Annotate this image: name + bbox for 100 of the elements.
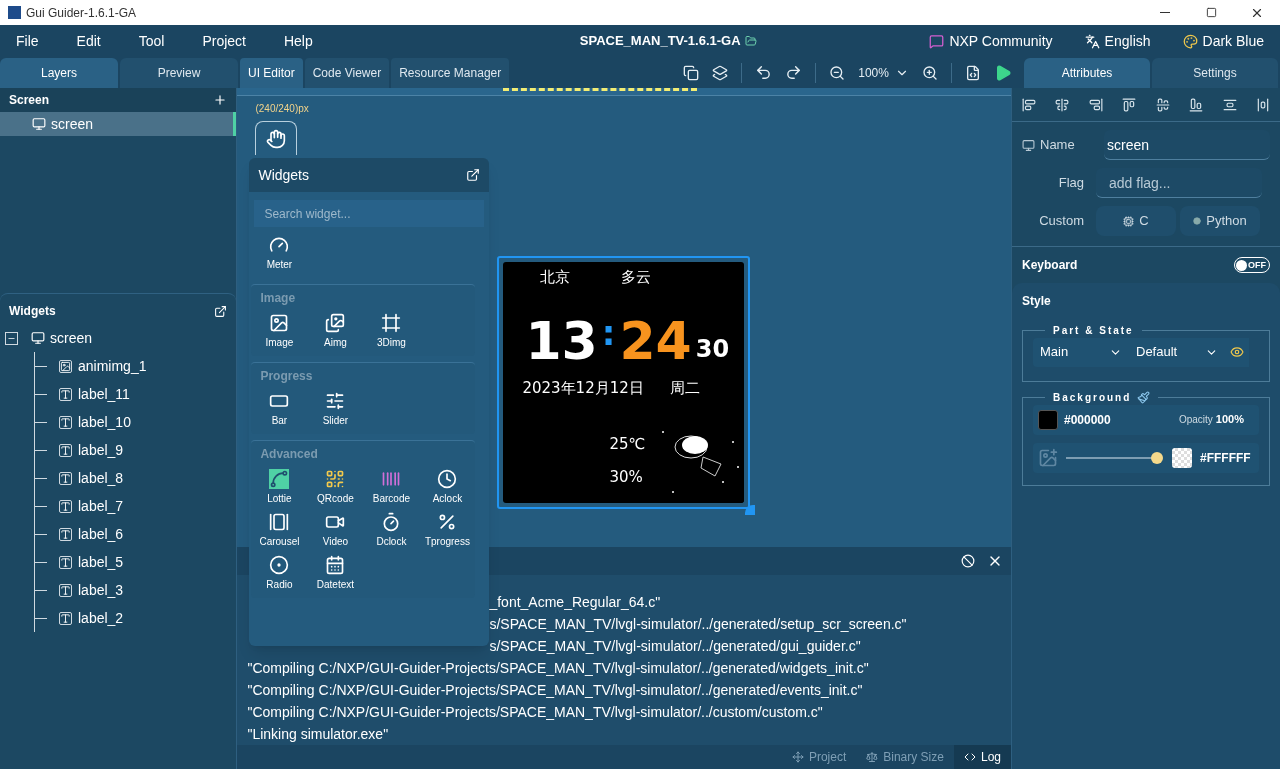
toolbar-link[interactable]: Dark Blue	[1182, 30, 1264, 52]
widget-item[interactable]: Aimg	[307, 313, 364, 350]
code-file-icon[interactable]	[964, 64, 981, 81]
toolbar-link[interactable]: English	[1084, 30, 1151, 52]
widget-item[interactable]: Datetext	[307, 555, 364, 592]
widget-item[interactable]: Dclock	[363, 512, 420, 549]
widget-item[interactable]: Barcode	[363, 469, 420, 506]
undo-icon[interactable]	[755, 64, 773, 81]
tree-item[interactable]: screen	[31, 327, 93, 349]
redo-icon[interactable]	[785, 64, 803, 81]
popout-icon[interactable]	[466, 168, 481, 182]
tree-item[interactable]: label_11	[59, 383, 130, 405]
tab[interactable]: Code Viewer	[304, 58, 390, 88]
align-icon[interactable]	[1122, 97, 1137, 112]
toolbar-link[interactable]: NXP Community	[929, 30, 1053, 52]
status-tab[interactable]: Project	[781, 745, 857, 769]
name-field[interactable]: screen	[1104, 130, 1270, 160]
tab[interactable]: Layers	[0, 58, 118, 88]
widget-item[interactable]: Bar	[251, 391, 308, 428]
tree-item[interactable]: label_10	[59, 411, 131, 433]
flag-field[interactable]: add flag...	[1096, 168, 1262, 198]
collapse-toggle[interactable]	[5, 331, 18, 345]
monitor-icon	[32, 117, 46, 131]
clear-icon[interactable]	[961, 554, 975, 569]
custom-code-button[interactable]: C	[1096, 206, 1176, 236]
color-swatch[interactable]	[1038, 409, 1058, 430]
folder-icon	[744, 35, 757, 47]
tree-item[interactable]: label_9	[59, 439, 124, 461]
widget-item[interactable]: Meter	[251, 235, 308, 272]
carousel-icon	[269, 512, 290, 532]
menu-item[interactable]: Project	[192, 25, 256, 57]
humidity-label: 30%	[609, 467, 643, 488]
align-icon[interactable]	[1088, 97, 1103, 112]
text-icon	[59, 555, 72, 569]
palette-icon	[1182, 33, 1198, 49]
add-icon[interactable]	[213, 93, 228, 107]
screen-item[interactable]: screen	[0, 112, 237, 136]
app-logo-icon	[8, 6, 21, 19]
menu-item[interactable]: Help	[273, 25, 323, 57]
zoom-in-icon[interactable]	[921, 64, 938, 81]
tree-item[interactable]: label_3	[59, 579, 124, 601]
tab[interactable]: Attributes	[1024, 58, 1150, 88]
align-icon[interactable]	[1256, 97, 1271, 112]
search-field[interactable]: Search widget...	[254, 200, 485, 227]
tab[interactable]: Resource Manager	[391, 58, 510, 88]
widget-item[interactable]: Video	[307, 512, 364, 549]
widget-item[interactable]: QRcode	[307, 469, 364, 506]
log-line: "Linking simulator.exe"	[247, 725, 390, 744]
eye-icon	[1230, 345, 1244, 359]
text-icon	[59, 583, 72, 597]
tab[interactable]: UI Editor	[240, 58, 303, 88]
widget-item[interactable]: Slider	[307, 391, 364, 428]
zoom-select[interactable]: 100%	[858, 63, 909, 82]
widget-item[interactable]: Carousel	[251, 512, 308, 549]
interact-button[interactable]	[255, 121, 298, 156]
slider-thumb[interactable]	[1151, 451, 1164, 464]
align-icon[interactable]	[1155, 97, 1170, 112]
widget-item[interactable]: Tprogress	[419, 512, 476, 549]
zoom-out-icon[interactable]	[829, 64, 846, 81]
tab[interactable]: Settings	[1152, 58, 1278, 88]
transparent-swatch[interactable]	[1172, 447, 1192, 468]
text-icon	[59, 387, 72, 401]
tree-item[interactable]: label_7	[59, 495, 124, 517]
tree-item[interactable]: label_8	[59, 467, 124, 489]
image-icon	[269, 313, 290, 333]
align-icon[interactable]	[1222, 97, 1237, 112]
status-tab[interactable]: Log	[953, 745, 1011, 769]
align-icon[interactable]	[1021, 97, 1036, 112]
status-tab[interactable]: Binary Size	[856, 745, 954, 769]
gauge-icon	[269, 235, 290, 255]
tab[interactable]: Preview	[120, 58, 238, 88]
widget-item[interactable]: Image	[251, 313, 308, 350]
panel-title: Screen	[9, 92, 50, 109]
widget-item[interactable]: Aclock	[419, 469, 476, 506]
tree-item[interactable]: label_2	[59, 607, 124, 629]
maximize-icon	[1205, 7, 1217, 18]
state-select[interactable]: Default	[1129, 337, 1225, 367]
part-select[interactable]: Main	[1033, 337, 1129, 367]
gradient-slider[interactable]	[1066, 451, 1162, 464]
tree-item[interactable]: label_5	[59, 551, 124, 573]
slider-icon	[325, 391, 346, 411]
weather-label: 多云	[621, 267, 652, 288]
widget-item[interactable]: Lottie	[251, 469, 308, 506]
visibility-button[interactable]	[1225, 337, 1249, 367]
custom-code-button[interactable]: Python	[1180, 206, 1260, 236]
menu-item[interactable]: Tool	[128, 25, 175, 57]
align-icon[interactable]	[1055, 97, 1070, 112]
tree-item[interactable]: animimg_1	[59, 355, 147, 377]
menu-item[interactable]: File	[6, 25, 49, 57]
popout-icon[interactable]	[214, 304, 228, 318]
text-icon	[59, 611, 72, 625]
images-icon	[325, 313, 346, 333]
menu-item[interactable]: Edit	[66, 25, 111, 57]
align-icon[interactable]	[1189, 97, 1204, 112]
bring-front-icon[interactable]	[683, 64, 700, 81]
widget-item[interactable]: 3Dimg	[363, 313, 420, 350]
send-back-icon[interactable]	[712, 64, 729, 81]
tree-item[interactable]: label_6	[59, 523, 124, 545]
widget-item[interactable]: Radio	[251, 555, 308, 592]
log-line: _font_Acme_Regular_64.c"	[489, 593, 661, 612]
